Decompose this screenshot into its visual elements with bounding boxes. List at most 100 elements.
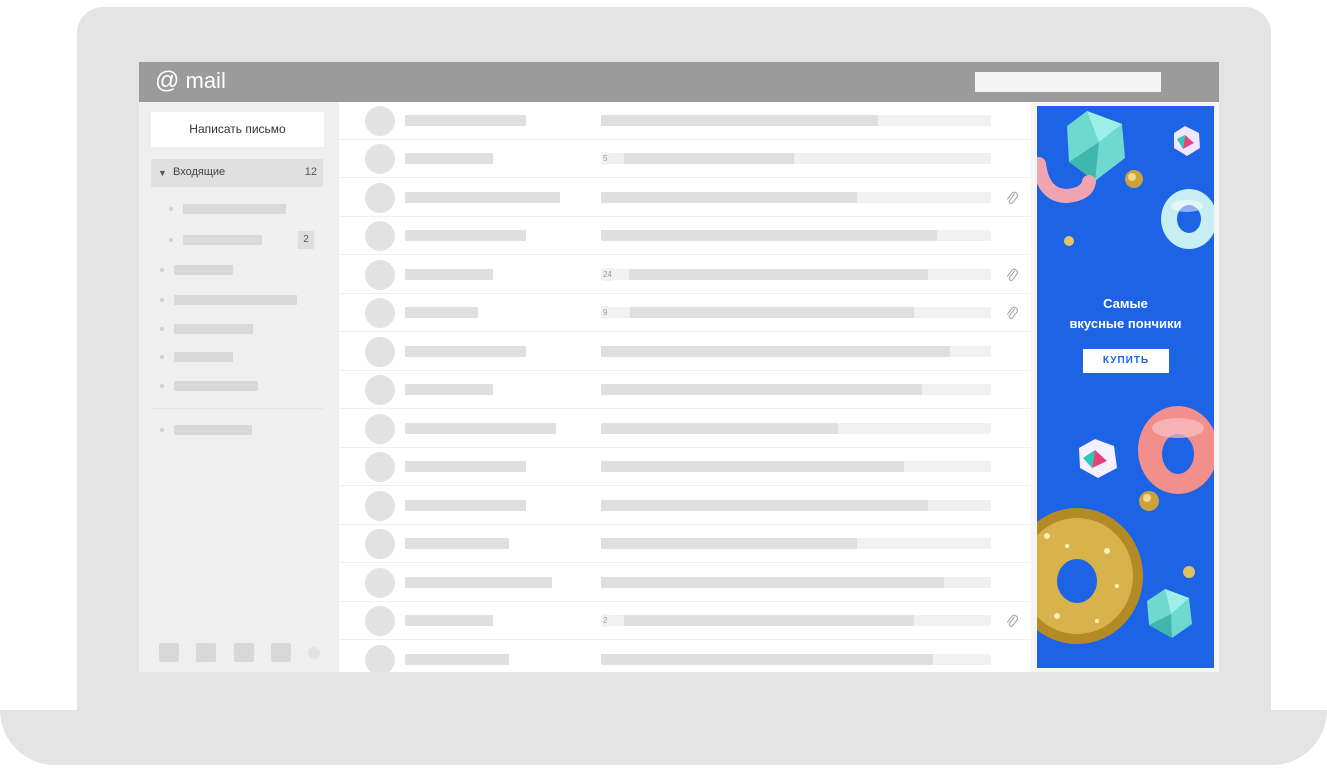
sender-placeholder	[405, 654, 509, 665]
message-row[interactable]	[339, 525, 1031, 563]
sender-placeholder	[405, 461, 526, 472]
folder-placeholder	[174, 295, 297, 305]
app-icon[interactable]	[159, 643, 179, 662]
subject-placeholder	[624, 153, 794, 164]
at-sign-icon: @	[155, 67, 180, 94]
subfolder-count-badge: 2	[298, 231, 314, 249]
folder-placeholder	[183, 204, 286, 214]
sender-placeholder	[405, 615, 493, 626]
sender-avatar	[365, 298, 395, 328]
sender-avatar	[365, 645, 395, 672]
subfolder-item[interactable]	[169, 204, 349, 214]
message-row[interactable]	[339, 448, 1031, 486]
laptop-base	[0, 710, 1327, 765]
message-row[interactable]	[339, 371, 1031, 409]
sender-avatar	[365, 260, 395, 290]
subject-placeholder	[601, 577, 944, 588]
folder-inbox[interactable]: ▼ Входящие 12	[151, 159, 323, 187]
message-row[interactable]	[339, 333, 1031, 371]
message-row[interactable]	[339, 641, 1031, 672]
sidebar-divider	[151, 408, 323, 409]
search-input[interactable]	[975, 72, 1161, 92]
app-icon[interactable]	[234, 643, 254, 662]
logo-text: mail	[185, 68, 226, 93]
message-row[interactable]	[339, 410, 1031, 448]
sender-placeholder	[405, 384, 493, 395]
subject-placeholder	[601, 423, 838, 434]
ad-title: Самые вкусные пончики	[1037, 294, 1214, 334]
sidebar: Написать письмо ▼ Входящие 12 2	[139, 102, 339, 672]
ad-title-line2: вкусные пончики	[1069, 316, 1182, 331]
folder-bullet-icon	[160, 298, 164, 302]
folder-bullet-icon	[169, 207, 173, 211]
subject-placeholder	[601, 461, 904, 472]
collapse-triangle-icon[interactable]: ▼	[158, 168, 167, 178]
thread-count-badge: 5	[601, 152, 610, 165]
compose-button[interactable]: Написать письмо	[151, 112, 324, 147]
folder-placeholder	[183, 235, 262, 245]
message-row[interactable]: 24	[339, 256, 1031, 294]
sender-placeholder	[405, 538, 509, 549]
message-row[interactable]: 5	[339, 140, 1031, 178]
folder-placeholder	[174, 381, 258, 391]
add-folder-item[interactable]	[160, 425, 340, 435]
folder-item[interactable]	[160, 265, 340, 275]
mail-screen: @ mail Написать письмо ▼ Входящие 12 2 5…	[139, 62, 1219, 672]
subject-placeholder	[630, 307, 914, 318]
message-row[interactable]	[339, 487, 1031, 525]
paperclip-icon	[1007, 268, 1018, 281]
message-row[interactable]	[339, 179, 1031, 217]
folder-item[interactable]	[160, 352, 340, 362]
donuts-illustration	[1037, 111, 1214, 644]
sender-avatar	[365, 221, 395, 251]
message-row[interactable]	[339, 102, 1031, 140]
sender-placeholder	[405, 423, 556, 434]
message-row[interactable]	[339, 564, 1031, 602]
sender-avatar	[365, 183, 395, 213]
sender-placeholder	[405, 500, 526, 511]
folder-inbox-count: 12	[304, 166, 317, 178]
sender-placeholder	[405, 230, 526, 241]
thread-count-badge: 24	[601, 268, 614, 281]
subject-placeholder	[601, 346, 950, 357]
subfolder-item[interactable]	[169, 235, 349, 245]
folder-item[interactable]	[160, 381, 340, 391]
ad-buy-button[interactable]: КУПИТЬ	[1083, 349, 1169, 373]
app-icon[interactable]	[196, 643, 216, 662]
sender-placeholder	[405, 115, 526, 126]
subject-placeholder	[601, 500, 928, 511]
sender-avatar	[365, 144, 395, 174]
sender-avatar	[365, 337, 395, 367]
sender-placeholder	[405, 269, 493, 280]
mail-logo[interactable]: @ mail	[155, 66, 226, 96]
folder-item[interactable]	[160, 324, 340, 334]
folder-bullet-icon	[160, 384, 164, 388]
folder-bullet-icon	[160, 355, 164, 359]
message-row[interactable]: 2	[339, 602, 1031, 640]
sender-avatar	[365, 529, 395, 559]
more-icon[interactable]	[308, 647, 320, 659]
sender-avatar	[365, 375, 395, 405]
sender-placeholder	[405, 307, 478, 318]
app-icon[interactable]	[271, 643, 291, 662]
message-row[interactable]	[339, 217, 1031, 255]
subject-placeholder	[601, 538, 857, 549]
folder-item[interactable]	[160, 295, 340, 305]
subject-placeholder	[601, 192, 857, 203]
thread-count-badge: 2	[601, 614, 610, 627]
folder-placeholder	[174, 425, 252, 435]
folder-placeholder	[174, 265, 233, 275]
message-row[interactable]: 9	[339, 294, 1031, 332]
folder-bullet-icon	[160, 268, 164, 272]
ad-banner[interactable]: Самые вкусные пончики КУПИТЬ	[1037, 106, 1214, 668]
folder-bullet-icon	[160, 327, 164, 331]
plus-icon	[160, 428, 164, 432]
thread-count-badge: 9	[601, 306, 610, 319]
subject-placeholder	[629, 269, 928, 280]
sender-placeholder	[405, 577, 552, 588]
subject-placeholder	[601, 115, 878, 126]
folder-inbox-label: Входящие	[173, 166, 226, 178]
folder-placeholder	[174, 352, 233, 362]
sender-avatar	[365, 414, 395, 444]
paperclip-icon	[1007, 614, 1018, 627]
